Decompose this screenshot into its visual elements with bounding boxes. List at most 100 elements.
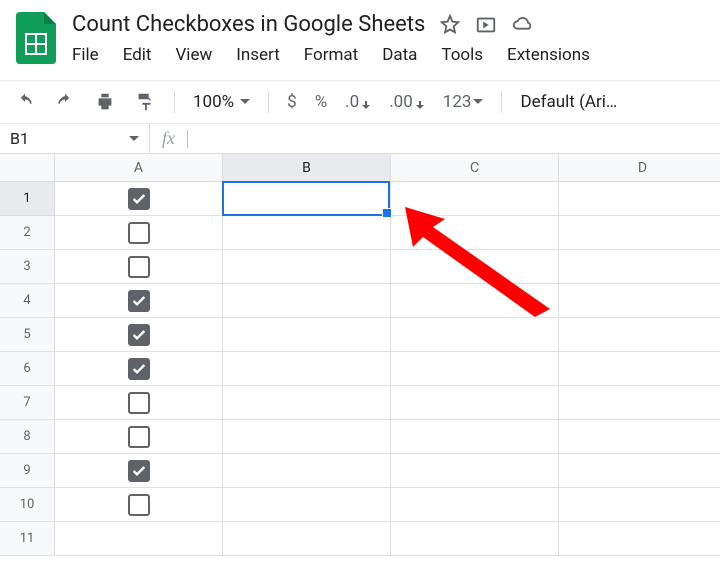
checkbox[interactable] [128, 188, 150, 210]
checkbox[interactable] [128, 256, 150, 278]
select-all-corner[interactable] [0, 154, 55, 182]
cell[interactable] [223, 420, 391, 454]
zoom-value: 100% [193, 92, 234, 112]
cell[interactable] [559, 250, 720, 284]
format-percent-button[interactable]: % [315, 92, 327, 112]
menu-insert[interactable]: Insert [236, 45, 280, 65]
undo-button[interactable] [14, 92, 36, 112]
number-format-dropdown[interactable]: 123 [443, 92, 484, 112]
cell[interactable] [559, 488, 720, 522]
cell[interactable] [55, 420, 223, 454]
menu-view[interactable]: View [175, 45, 212, 65]
checkbox[interactable] [128, 426, 150, 448]
decrease-decimal-button[interactable]: .0 [345, 92, 371, 112]
cell[interactable] [223, 182, 391, 216]
print-button[interactable] [94, 91, 116, 113]
cell[interactable] [559, 386, 720, 420]
font-family-dropdown[interactable]: Default (Ari… [520, 92, 617, 112]
menu-file[interactable]: File [72, 45, 99, 65]
cell[interactable] [559, 284, 720, 318]
cell[interactable] [391, 352, 559, 386]
move-icon[interactable] [475, 14, 497, 36]
row-header[interactable]: 9 [0, 454, 55, 488]
cell[interactable] [223, 386, 391, 420]
chevron-down-icon [129, 134, 139, 144]
star-icon[interactable] [439, 14, 461, 36]
cell[interactable] [223, 318, 391, 352]
checkbox[interactable] [128, 324, 150, 346]
cell[interactable] [55, 318, 223, 352]
column-header[interactable]: D [559, 154, 720, 182]
row-header[interactable]: 4 [0, 284, 55, 318]
menu-data[interactable]: Data [382, 45, 417, 65]
cell[interactable] [391, 216, 559, 250]
cell[interactable] [55, 522, 223, 556]
cell[interactable] [55, 454, 223, 488]
menu-extensions[interactable]: Extensions [507, 45, 590, 65]
sheets-logo-icon[interactable] [12, 8, 60, 68]
checkbox[interactable] [128, 358, 150, 380]
formula-bar-input[interactable] [187, 130, 720, 148]
cell[interactable] [223, 454, 391, 488]
cell[interactable] [223, 522, 391, 556]
row-header[interactable]: 6 [0, 352, 55, 386]
cell[interactable] [55, 284, 223, 318]
checkbox[interactable] [128, 460, 150, 482]
row-header[interactable]: 5 [0, 318, 55, 352]
redo-button[interactable] [54, 92, 76, 112]
row-header[interactable]: 2 [0, 216, 55, 250]
cell[interactable] [391, 454, 559, 488]
checkbox[interactable] [128, 494, 150, 516]
cell[interactable] [55, 182, 223, 216]
cell[interactable] [55, 488, 223, 522]
cell[interactable] [559, 318, 720, 352]
row-header[interactable]: 7 [0, 386, 55, 420]
cell[interactable] [223, 284, 391, 318]
cell[interactable] [391, 386, 559, 420]
cell[interactable] [559, 522, 720, 556]
toolbar-separator [268, 91, 269, 113]
cell[interactable] [223, 488, 391, 522]
cell[interactable] [391, 488, 559, 522]
cell[interactable] [391, 250, 559, 284]
row-header[interactable]: 1 [0, 182, 55, 216]
cell[interactable] [391, 318, 559, 352]
cloud-status-icon[interactable] [511, 14, 535, 36]
row-header[interactable]: 11 [0, 522, 55, 556]
cell[interactable] [391, 182, 559, 216]
menu-format[interactable]: Format [304, 45, 358, 65]
column-header[interactable]: C [391, 154, 559, 182]
increase-decimal-button[interactable]: .00 [389, 92, 425, 112]
column-header[interactable]: A [55, 154, 223, 182]
document-title[interactable]: Count Checkboxes in Google Sheets [72, 12, 425, 37]
cell[interactable] [559, 182, 720, 216]
cell[interactable] [223, 216, 391, 250]
checkbox[interactable] [128, 392, 150, 414]
cell[interactable] [55, 352, 223, 386]
cell[interactable] [223, 352, 391, 386]
fx-label: fx [150, 128, 187, 149]
cell[interactable] [559, 216, 720, 250]
cell[interactable] [559, 352, 720, 386]
cell[interactable] [559, 454, 720, 488]
cell[interactable] [391, 420, 559, 454]
cell[interactable] [55, 216, 223, 250]
cell[interactable] [223, 250, 391, 284]
cell[interactable] [391, 522, 559, 556]
row-header[interactable]: 8 [0, 420, 55, 454]
menu-tools[interactable]: Tools [441, 45, 483, 65]
name-box[interactable]: B1 [0, 124, 150, 153]
format-currency-button[interactable]: $ [287, 92, 297, 112]
zoom-dropdown[interactable]: 100% [193, 92, 250, 112]
cell[interactable] [55, 386, 223, 420]
cell[interactable] [559, 420, 720, 454]
row-header[interactable]: 3 [0, 250, 55, 284]
menu-edit[interactable]: Edit [123, 45, 152, 65]
checkbox[interactable] [128, 290, 150, 312]
cell[interactable] [391, 284, 559, 318]
cell[interactable] [55, 250, 223, 284]
column-header[interactable]: B [223, 154, 391, 182]
paint-format-button[interactable] [134, 91, 156, 113]
checkbox[interactable] [128, 222, 150, 244]
row-header[interactable]: 10 [0, 488, 55, 522]
